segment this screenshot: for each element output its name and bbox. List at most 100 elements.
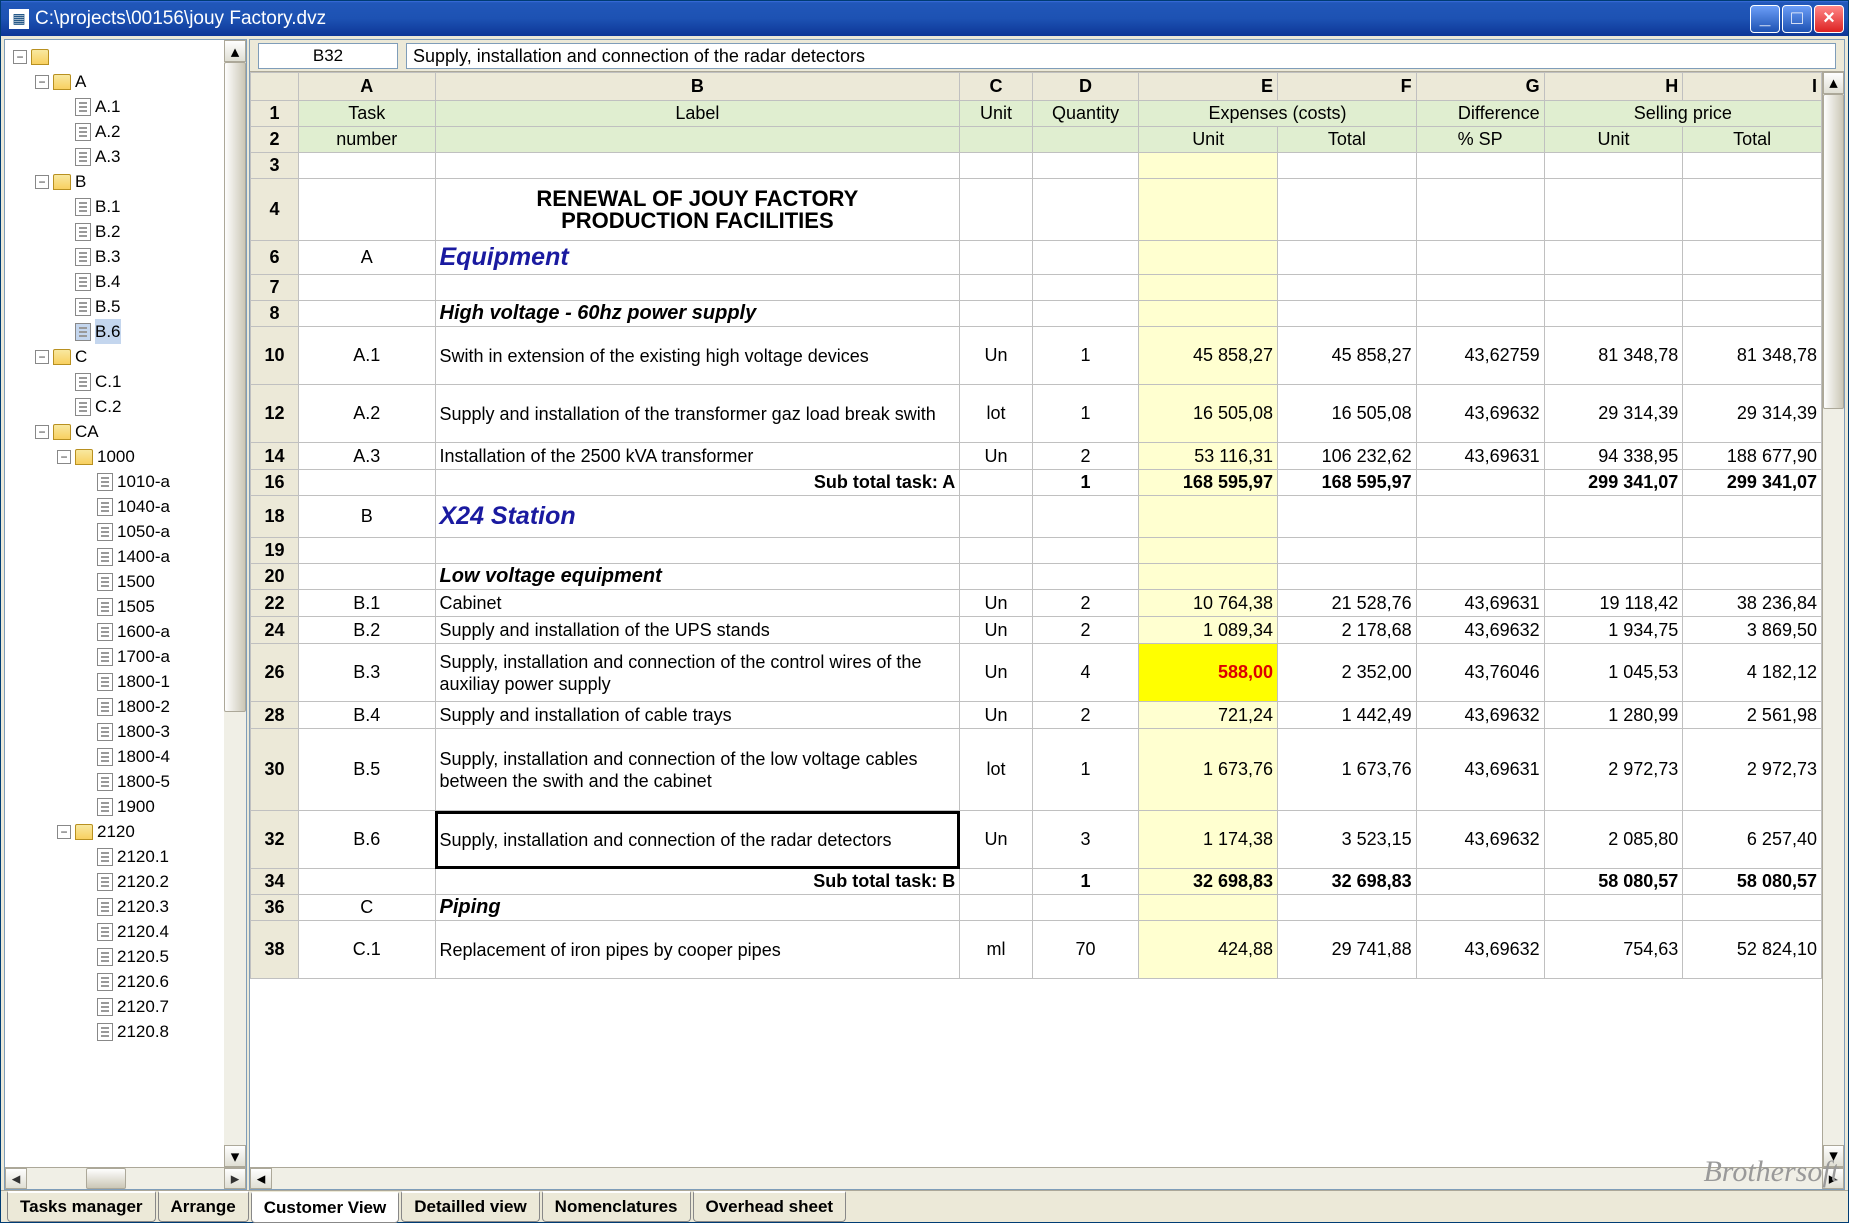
- tree-item[interactable]: 2120.2: [7, 869, 244, 894]
- cell[interactable]: 16 505,08: [1139, 385, 1278, 443]
- cell[interactable]: Sub total task: A: [435, 470, 960, 496]
- cell[interactable]: 2: [1032, 590, 1139, 617]
- cell[interactable]: [1416, 470, 1544, 496]
- tree-item[interactable]: 2120.1: [7, 844, 244, 869]
- column-header[interactable]: D: [1032, 73, 1139, 101]
- cell[interactable]: [1683, 301, 1822, 327]
- cell[interactable]: 43,69632: [1416, 385, 1544, 443]
- tree-item[interactable]: 1400-a: [7, 544, 244, 569]
- cell[interactable]: [298, 179, 435, 241]
- cell[interactable]: Equipment: [435, 241, 960, 275]
- cell[interactable]: 4: [1032, 644, 1139, 702]
- cell[interactable]: [1139, 564, 1278, 590]
- column-header[interactable]: C: [960, 73, 1033, 101]
- maximize-button[interactable]: □: [1782, 5, 1812, 33]
- cell[interactable]: 2 972,73: [1683, 729, 1822, 811]
- tree-item[interactable]: −B: [7, 169, 244, 194]
- tree-item[interactable]: −CA: [7, 419, 244, 444]
- cell[interactable]: B: [298, 496, 435, 538]
- cell[interactable]: Label: [435, 101, 960, 127]
- cell[interactable]: [435, 275, 960, 301]
- cell[interactable]: Un: [960, 617, 1033, 644]
- row-header[interactable]: 24: [251, 617, 299, 644]
- cell[interactable]: Sub total task: B: [435, 869, 960, 895]
- cell[interactable]: 43,62759: [1416, 327, 1544, 385]
- row-header[interactable]: 38: [251, 921, 299, 979]
- cell[interactable]: [298, 470, 435, 496]
- cell[interactable]: 1: [1032, 470, 1139, 496]
- column-header[interactable]: B: [435, 73, 960, 101]
- tab-overhead-sheet[interactable]: Overhead sheet: [693, 1191, 847, 1222]
- cell[interactable]: 43,69631: [1416, 443, 1544, 470]
- cell[interactable]: 1 442,49: [1278, 702, 1417, 729]
- cell[interactable]: 81 348,78: [1683, 327, 1822, 385]
- cell[interactable]: 1 280,99: [1544, 702, 1683, 729]
- cell[interactable]: A.1: [298, 327, 435, 385]
- cell[interactable]: 1: [1032, 729, 1139, 811]
- cell[interactable]: [1032, 275, 1139, 301]
- cell[interactable]: Supply and installation of the transform…: [435, 385, 960, 443]
- tree-toggle-icon[interactable]: −: [35, 425, 49, 439]
- cell[interactable]: [1544, 895, 1683, 921]
- cell[interactable]: 29 741,88: [1278, 921, 1417, 979]
- cell[interactable]: [960, 470, 1033, 496]
- scroll-up-icon[interactable]: ▴: [1823, 72, 1844, 94]
- cell[interactable]: [298, 869, 435, 895]
- cell[interactable]: 43,69632: [1416, 921, 1544, 979]
- cell[interactable]: 2 085,80: [1544, 811, 1683, 869]
- cell[interactable]: Supply, installation and connection of t…: [435, 729, 960, 811]
- cell[interactable]: Installation of the 2500 kVA transformer: [435, 443, 960, 470]
- cell[interactable]: 3: [1032, 811, 1139, 869]
- cell[interactable]: 2 972,73: [1544, 729, 1683, 811]
- cell[interactable]: [1278, 564, 1417, 590]
- tree-item[interactable]: 2120.7: [7, 994, 244, 1019]
- row-header[interactable]: 7: [251, 275, 299, 301]
- cell[interactable]: Un: [960, 702, 1033, 729]
- row-header[interactable]: 12: [251, 385, 299, 443]
- sheet-horizontal-scrollbar[interactable]: ◂ ▸: [250, 1167, 1844, 1189]
- cell[interactable]: Total: [1278, 127, 1417, 153]
- cell[interactable]: [1416, 241, 1544, 275]
- cell[interactable]: 1: [1032, 327, 1139, 385]
- cell[interactable]: C.1: [298, 921, 435, 979]
- scroll-left-icon[interactable]: ◂: [5, 1168, 27, 1189]
- tree-item[interactable]: 1500: [7, 569, 244, 594]
- cell[interactable]: [1416, 564, 1544, 590]
- cell[interactable]: [1139, 496, 1278, 538]
- cell[interactable]: Difference: [1416, 101, 1544, 127]
- cell[interactable]: [1139, 538, 1278, 564]
- tree-item[interactable]: B.6: [7, 319, 244, 344]
- cell[interactable]: [1683, 496, 1822, 538]
- cell[interactable]: 1 174,38: [1139, 811, 1278, 869]
- tab-customer-view[interactable]: Customer View: [251, 1192, 400, 1223]
- cell[interactable]: [1544, 179, 1683, 241]
- cell[interactable]: 2: [1032, 702, 1139, 729]
- cell[interactable]: Total: [1683, 127, 1822, 153]
- cell[interactable]: Expenses (costs): [1139, 101, 1416, 127]
- tree-item[interactable]: 1700-a: [7, 644, 244, 669]
- cell[interactable]: [1683, 153, 1822, 179]
- cell[interactable]: 45 858,27: [1278, 327, 1417, 385]
- row-header[interactable]: 20: [251, 564, 299, 590]
- cell[interactable]: 754,63: [1544, 921, 1683, 979]
- cell[interactable]: 424,88: [1139, 921, 1278, 979]
- column-header[interactable]: I: [1683, 73, 1822, 101]
- cell[interactable]: [1032, 301, 1139, 327]
- row-header[interactable]: 6: [251, 241, 299, 275]
- cell[interactable]: Task: [298, 101, 435, 127]
- tree-item[interactable]: 1010-a: [7, 469, 244, 494]
- tree-toggle-icon[interactable]: −: [57, 825, 71, 839]
- cell[interactable]: Un: [960, 443, 1033, 470]
- tree-item[interactable]: A.3: [7, 144, 244, 169]
- cell[interactable]: RENEWAL OF JOUY FACTORYPRODUCTION FACILI…: [435, 179, 960, 241]
- tree-item[interactable]: −A: [7, 69, 244, 94]
- cell[interactable]: [1278, 241, 1417, 275]
- cell[interactable]: [1032, 241, 1139, 275]
- scroll-right-icon[interactable]: ▸: [1822, 1168, 1844, 1189]
- cell[interactable]: 29 314,39: [1544, 385, 1683, 443]
- cell[interactable]: [435, 538, 960, 564]
- cell[interactable]: [298, 301, 435, 327]
- cell[interactable]: 1 934,75: [1544, 617, 1683, 644]
- cell[interactable]: 2 561,98: [1683, 702, 1822, 729]
- row-header[interactable]: 4: [251, 179, 299, 241]
